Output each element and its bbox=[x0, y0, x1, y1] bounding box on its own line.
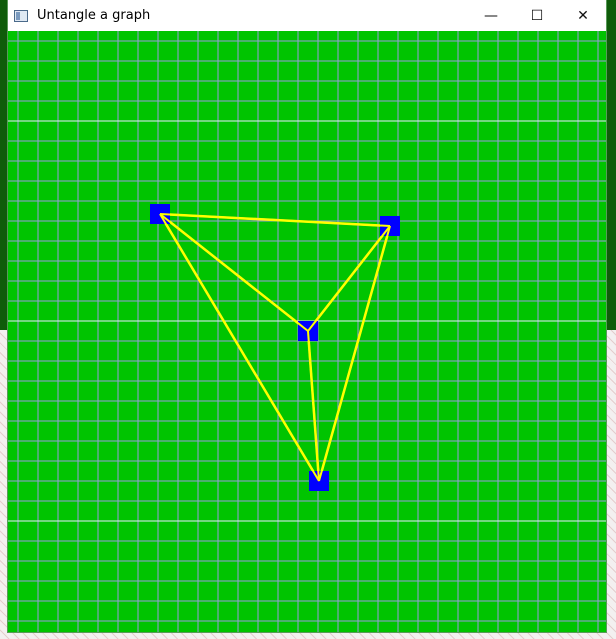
background-left-strip bbox=[0, 0, 8, 639]
graph-edge-overlay-a-b bbox=[159, 213, 391, 227]
graph-edge-overlay-a-c bbox=[159, 213, 309, 332]
minimize-icon: — bbox=[484, 7, 498, 24]
minimize-button[interactable]: — bbox=[468, 0, 514, 31]
close-button[interactable]: ✕ bbox=[560, 0, 606, 31]
background-right-strip bbox=[608, 330, 616, 639]
window-title: Untangle a graph bbox=[37, 8, 151, 23]
game-canvas[interactable] bbox=[8, 31, 606, 632]
title-bar[interactable]: Untangle a graph — ☐ ✕ bbox=[8, 0, 606, 31]
graph-edge-overlay-b-d bbox=[318, 225, 391, 482]
close-icon: ✕ bbox=[577, 7, 589, 24]
untangle-window: Untangle a graph — ☐ ✕ bbox=[8, 0, 606, 632]
graph-edge-overlay-c-d bbox=[307, 330, 320, 482]
window-app-icon bbox=[14, 9, 28, 22]
graph-nodes[interactable] bbox=[150, 204, 400, 491]
graph-board[interactable] bbox=[8, 31, 606, 632]
maximize-button[interactable]: ☐ bbox=[514, 0, 560, 31]
maximize-icon: ☐ bbox=[530, 7, 544, 24]
